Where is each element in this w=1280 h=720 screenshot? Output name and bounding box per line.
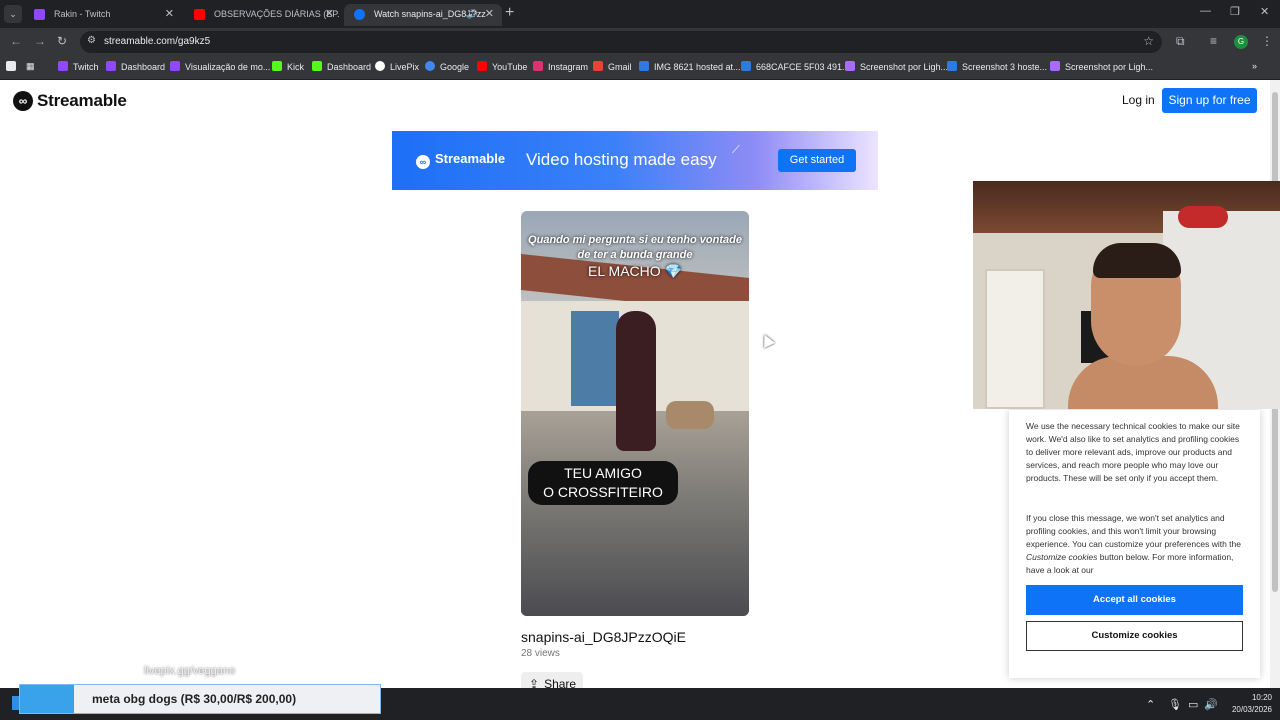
banner-tagline: Video hosting made easy bbox=[526, 150, 717, 169]
tab-search-icon[interactable]: ⌄ bbox=[4, 5, 22, 23]
goal-text: meta obg dogs (R$ 30,00/R$ 200,00) bbox=[92, 692, 297, 706]
share-button[interactable]: ⇪ Share bbox=[521, 672, 583, 688]
bookmark-item[interactable]: Visualização de mo... bbox=[170, 61, 270, 72]
banner-logo: ∞ Streamable bbox=[416, 151, 505, 169]
tab-youtube[interactable]: OBSERVAÇÕES DIÁRIAS (EP. 24 ✕ bbox=[184, 4, 342, 26]
menu-icon[interactable]: ⋮ bbox=[1261, 34, 1273, 48]
caption-line: TEU AMIGO bbox=[564, 465, 642, 481]
network-icon[interactable]: ▭ bbox=[1188, 698, 1198, 711]
cookie-text-1: We use the necessary technical cookies t… bbox=[1026, 421, 1240, 483]
speaker-icon[interactable]: 🔊 bbox=[467, 4, 478, 24]
streamable-icon bbox=[354, 9, 365, 20]
address-bar[interactable]: ⚙ streamable.com/ga9kz5 ☆ bbox=[80, 31, 1162, 53]
webcam-door bbox=[985, 269, 1045, 409]
bookmark-item[interactable]: Kick bbox=[272, 61, 304, 72]
bookmark-item[interactable]: Twitch bbox=[58, 61, 99, 72]
profile-avatar[interactable]: G bbox=[1234, 35, 1248, 49]
video-caption-top: Quando mi pergunta si eu tenho vontade d… bbox=[528, 234, 742, 261]
goal-progress-fill bbox=[20, 685, 74, 713]
signup-button[interactable]: Sign up for free bbox=[1162, 88, 1257, 113]
clock-time: 10:20 bbox=[1251, 693, 1272, 702]
video-frame-dog bbox=[666, 401, 714, 429]
tab-twitch[interactable]: Rakin - Twitch ✕ bbox=[24, 4, 182, 26]
volume-icon[interactable]: 🔊 bbox=[1204, 698, 1218, 711]
bookmark-item[interactable]: Instagram bbox=[533, 61, 588, 72]
more-bookmarks-icon[interactable]: » bbox=[1252, 61, 1257, 71]
bookmark-item[interactable]: Dashboard bbox=[106, 61, 165, 72]
close-icon[interactable]: ✕ bbox=[165, 4, 174, 24]
cookie-text-2: If you close this message, we won't set … bbox=[1026, 513, 1241, 575]
bookmark-item[interactable]: 668CAFCE 5F03 491... bbox=[741, 61, 850, 72]
customize-cookies-button[interactable]: Customize cookies bbox=[1026, 621, 1243, 651]
login-link[interactable]: Log in bbox=[1122, 93, 1155, 107]
video-caption-top-2: EL MACHO 💎 bbox=[588, 263, 682, 279]
close-window-icon[interactable]: ✕ bbox=[1260, 5, 1269, 18]
webcam-person-hair bbox=[1093, 243, 1181, 278]
twitch-icon bbox=[34, 9, 45, 20]
caption-line: O CROSSFITEIRO bbox=[543, 484, 663, 500]
video-player[interactable]: Quando mi pergunta si eu tenho vontade d… bbox=[521, 211, 749, 616]
livepix-watermark: livepix.gg/veggano bbox=[144, 665, 236, 677]
bookmark-item[interactable]: Dashboard bbox=[312, 61, 371, 72]
system-clock[interactable]: 10:20 20/03/2026 bbox=[1228, 692, 1272, 716]
sparkle-icon: ⟋ bbox=[732, 144, 740, 156]
tab-strip: ⌄ Rakin - Twitch ✕ OBSERVAÇÕES DIÁRIAS (… bbox=[0, 0, 1280, 28]
close-icon[interactable]: ✕ bbox=[485, 4, 494, 24]
bookmark-item[interactable]: Screenshot 3 hoste... bbox=[947, 61, 1047, 72]
video-frame-person bbox=[616, 311, 656, 451]
video-caption-bottom: TEU AMIGO O CROSSFITEIRO bbox=[528, 461, 678, 505]
reload-icon[interactable]: ↻ bbox=[57, 34, 67, 48]
apps-icon[interactable]: ▦ bbox=[26, 61, 35, 72]
site-info-icon[interactable]: ⚙ bbox=[87, 35, 96, 46]
restore-icon[interactable]: ❐ bbox=[1230, 5, 1240, 18]
browser-toolbar: ← → ↻ ⚙ streamable.com/ga9kz5 ☆ ⧉ ≡ ⋮ bbox=[0, 28, 1280, 56]
bookmark-item[interactable]: YouTube bbox=[477, 61, 527, 72]
video-title: snapins-ai_DG8JPzzOQiE bbox=[521, 629, 686, 645]
get-started-button[interactable]: Get started bbox=[778, 149, 856, 172]
extensions-icon[interactable]: ⧉ bbox=[1176, 34, 1185, 49]
webcam-overlay bbox=[973, 181, 1280, 409]
streamable-logo[interactable]: ∞ Streamable bbox=[13, 90, 127, 112]
microphone-icon[interactable]: 🎙 bbox=[1168, 698, 1182, 711]
bookmark-item[interactable]: Google bbox=[425, 61, 469, 72]
bookmark-item[interactable]: LivePix bbox=[375, 61, 419, 72]
view-count: 28 views bbox=[521, 648, 560, 659]
url-text[interactable]: streamable.com/ga9kz5 bbox=[104, 36, 210, 47]
media-icon[interactable]: ≡ bbox=[1210, 34, 1217, 48]
ad-banner[interactable]: ∞ Streamable Video hosting made easy ⟋ Ge… bbox=[392, 131, 878, 190]
bookmark-item[interactable]: Screenshot por Ligh... bbox=[845, 61, 948, 72]
bookmarks-bar: ▦ Twitch Dashboard Visualização de mo...… bbox=[0, 56, 1280, 80]
close-icon[interactable]: ✕ bbox=[325, 4, 334, 24]
sidebar-icon[interactable] bbox=[6, 61, 21, 72]
streamable-logo-icon: ∞ bbox=[416, 155, 430, 169]
share-icon: ⇪ bbox=[529, 677, 540, 688]
bookmark-item[interactable]: Gmail bbox=[593, 61, 632, 72]
webcam-red-object bbox=[1178, 206, 1228, 228]
tray-chevron-icon[interactable]: ⌃ bbox=[1146, 698, 1155, 711]
bookmark-item[interactable]: Screenshot por Ligh... bbox=[1050, 61, 1153, 72]
tab-title: OBSERVAÇÕES DIÁRIAS (EP. 24 bbox=[214, 9, 342, 19]
tab-streamable[interactable]: Watch snapins-ai_DG8JPzz 🔊 ✕ bbox=[344, 4, 502, 26]
new-tab-icon[interactable]: + bbox=[505, 5, 514, 21]
minimize-icon[interactable]: — bbox=[1200, 5, 1211, 17]
tab-title: Rakin - Twitch bbox=[54, 9, 111, 19]
cookie-banner: We use the necessary technical cookies t… bbox=[1009, 410, 1260, 678]
donation-goal-overlay: meta obg dogs (R$ 30,00/R$ 200,00) bbox=[19, 684, 381, 714]
bookmark-item[interactable]: IMG 8621 hosted at... bbox=[639, 61, 741, 72]
logo-text: Streamable bbox=[37, 91, 127, 110]
video-frame-door bbox=[571, 311, 619, 406]
youtube-icon bbox=[194, 9, 205, 20]
back-icon[interactable]: ← bbox=[10, 34, 22, 48]
forward-icon[interactable]: → bbox=[34, 34, 46, 48]
clock-date: 20/03/2026 bbox=[1231, 705, 1272, 714]
accept-cookies-button[interactable]: Accept all cookies bbox=[1026, 585, 1243, 615]
streamable-logo-icon: ∞ bbox=[13, 91, 33, 111]
bookmark-star-icon[interactable]: ☆ bbox=[1143, 34, 1154, 48]
